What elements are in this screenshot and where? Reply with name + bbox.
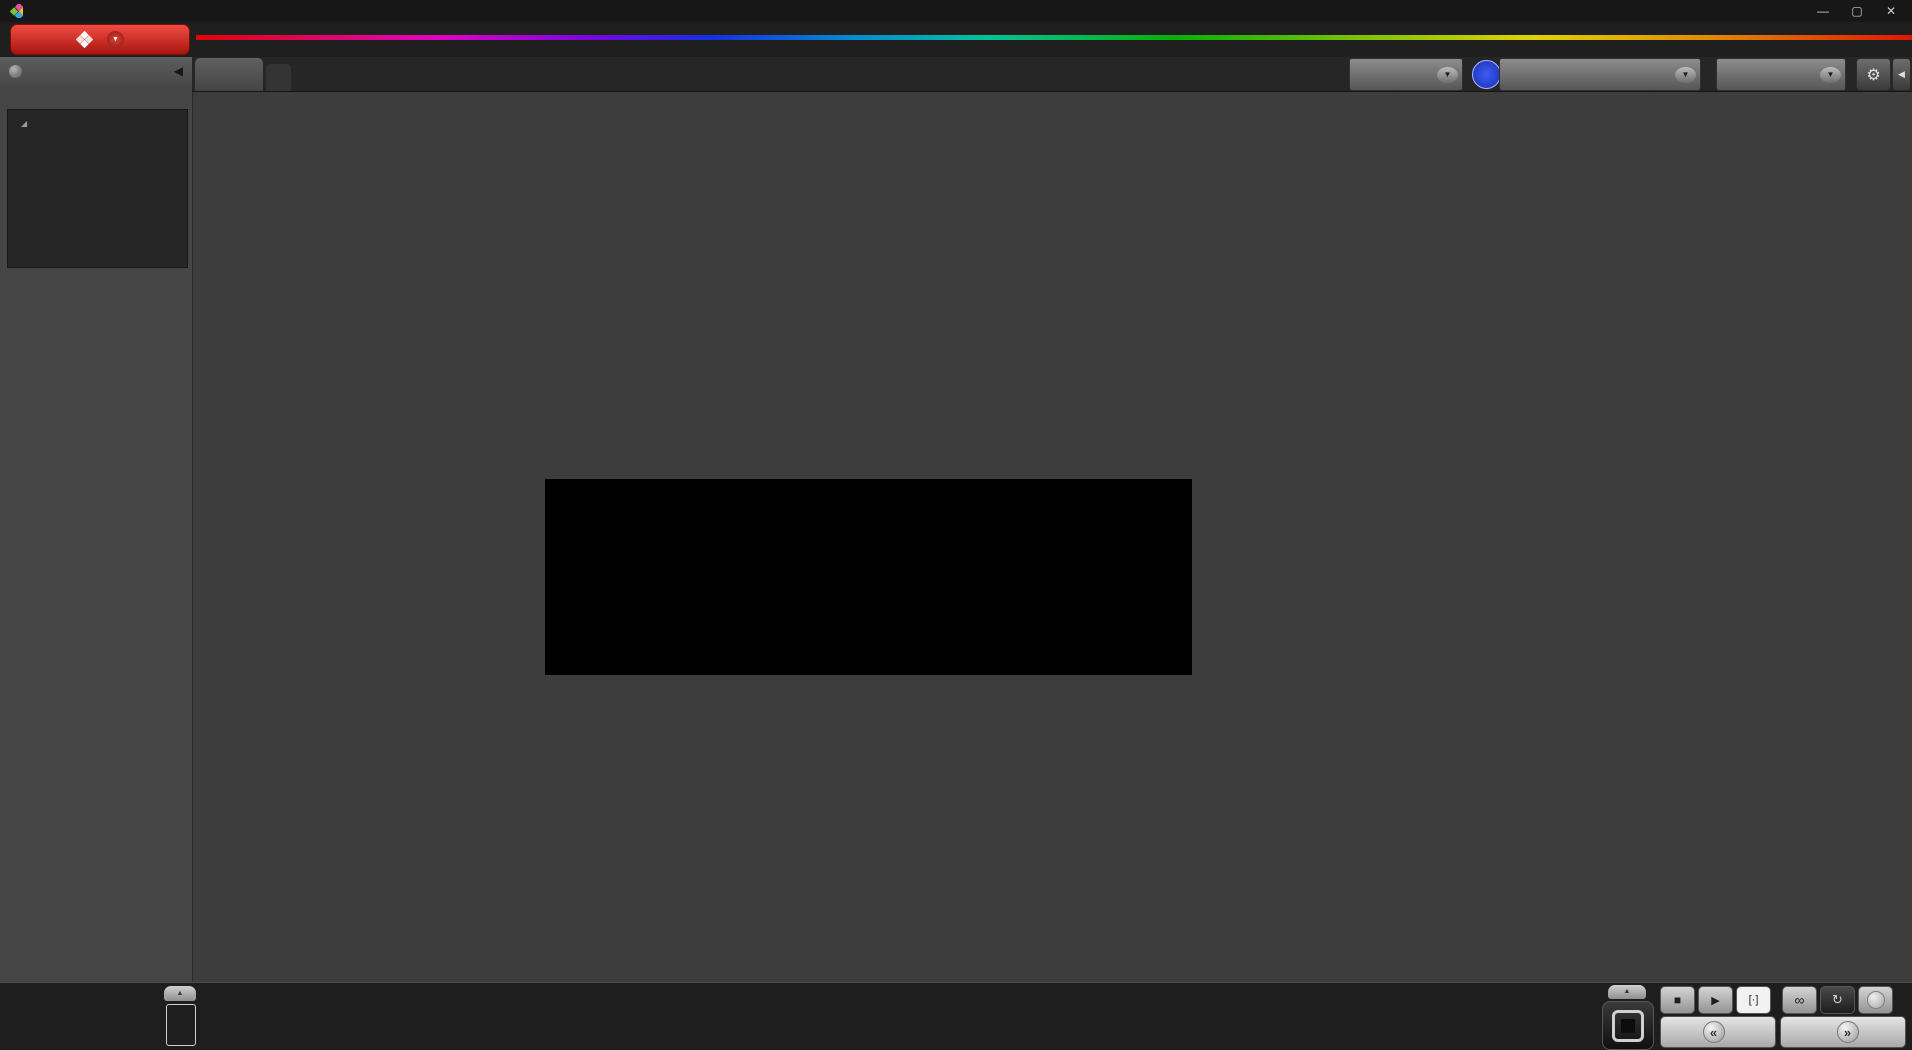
- calman-dropdown-icon: ▼: [107, 31, 124, 48]
- calman-diamond-icon: [76, 31, 93, 48]
- target-row-label: [546, 577, 562, 647]
- delta-l-chart[interactable]: [590, 136, 770, 504]
- cie-1931-chart[interactable]: [1205, 134, 1912, 719]
- app-icon: [9, 4, 23, 18]
- settings-gear-icon[interactable]: ⚙: [1856, 58, 1891, 91]
- workflow-tree: ◢: [7, 109, 188, 268]
- tree-expander-icon[interactable]: ◢: [21, 119, 27, 128]
- meter-dropdown[interactable]: ▼: [1349, 58, 1463, 91]
- toolbar-collapse-icon[interactable]: ◀: [1892, 58, 1911, 91]
- actual-row-label: [546, 487, 562, 557]
- spectrum-strip: [196, 35, 1912, 40]
- back-arrows-icon: «: [1702, 1021, 1725, 1043]
- chevron-down-icon[interactable]: ▼: [1820, 67, 1841, 83]
- logo-bar: ▼: [0, 22, 1912, 57]
- delta-h-chart[interactable]: [981, 136, 1161, 504]
- pattern-window-button[interactable]: [1602, 1001, 1654, 1050]
- pattern-window-icon: [1612, 1009, 1644, 1042]
- pattern-window-arrow-icon[interactable]: ▲: [1608, 985, 1646, 999]
- tree-root[interactable]: ◢: [8, 115, 187, 131]
- rgb-balance-chart[interactable]: [210, 228, 530, 740]
- minimize-icon[interactable]: —: [1806, 0, 1840, 22]
- calman-window: — ▢ ✕ ▼ ◀ ◢ ▼ ▼ ▼ ⚙ ◀ ▲ ▲ ■ ▶ [·] ∞ ↻ « …: [0, 0, 1912, 1050]
- saturation-swatch-panel[interactable]: [545, 479, 1192, 675]
- workflow-title: [0, 87, 192, 96]
- delta-c-chart[interactable]: [787, 136, 967, 504]
- sidebar-header: ◀: [0, 57, 192, 87]
- source-dropdown[interactable]: ▼: [1499, 58, 1701, 91]
- status-circle-icon: [1866, 991, 1885, 1009]
- tab-bar: ▼ ▼ ▼ ⚙ ◀: [192, 57, 1912, 92]
- calman-menu-button[interactable]: ▼: [10, 24, 190, 55]
- current-pattern-swatch[interactable]: [166, 1004, 196, 1046]
- single-measure-button[interactable]: [·]: [1736, 986, 1771, 1014]
- meter-badge: [1472, 60, 1501, 89]
- add-tab-button[interactable]: [266, 64, 291, 91]
- titlebar: — ▢ ✕: [0, 0, 1912, 22]
- tab-history-1[interactable]: [195, 58, 263, 91]
- meter-status-stripe: [1352, 61, 1356, 88]
- chevron-down-icon[interactable]: ▼: [1437, 67, 1458, 83]
- play-button[interactable]: ▶: [1698, 986, 1733, 1014]
- status-light-button[interactable]: [1858, 986, 1893, 1014]
- close-icon[interactable]: ✕: [1874, 0, 1908, 22]
- chevron-down-icon[interactable]: ▼: [1675, 67, 1696, 83]
- maximize-icon[interactable]: ▢: [1840, 0, 1874, 22]
- pattern-popup-arrow-icon[interactable]: ▲: [164, 986, 196, 1001]
- next-button[interactable]: »: [1780, 1016, 1906, 1048]
- refresh-button[interactable]: ↻: [1820, 986, 1855, 1014]
- status-dot-icon[interactable]: [9, 65, 22, 78]
- source-status-stripe: [1502, 61, 1506, 88]
- display-status-stripe: [1719, 61, 1723, 88]
- back-button[interactable]: «: [1660, 1016, 1776, 1048]
- continuous-measure-button[interactable]: ∞: [1782, 986, 1817, 1014]
- display-dropdown[interactable]: ▼: [1716, 58, 1846, 91]
- sidebar-collapse-icon[interactable]: ◀: [174, 64, 183, 78]
- sidebar: ◀ ◢: [0, 57, 193, 982]
- pattern-bar: ▲ ▲ ■ ▶ [·] ∞ ↻ « »: [0, 982, 1912, 1050]
- deltae-2000-chart[interactable]: [545, 657, 1195, 957]
- next-arrows-icon: »: [1836, 1021, 1859, 1043]
- stop-button[interactable]: ■: [1660, 986, 1695, 1014]
